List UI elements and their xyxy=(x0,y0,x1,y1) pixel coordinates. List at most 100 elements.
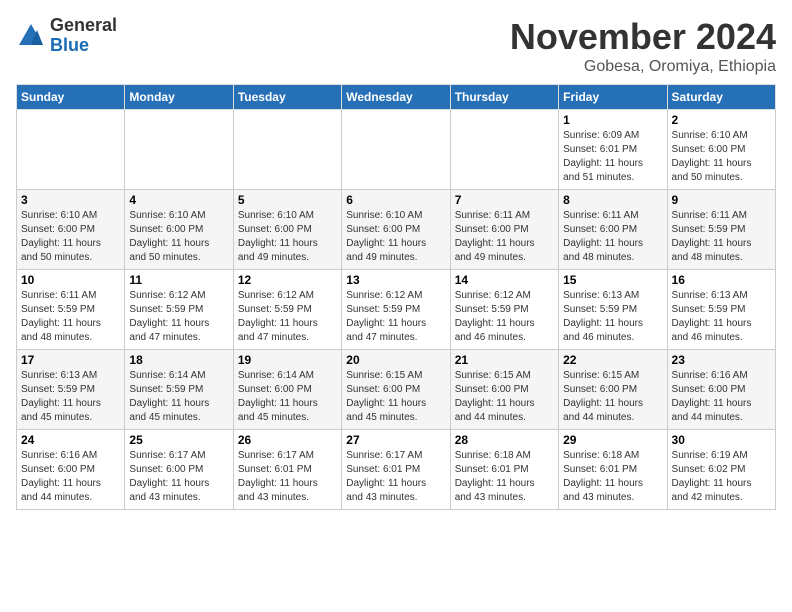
day-number: 30 xyxy=(672,433,771,447)
day-info: Sunrise: 6:14 AM Sunset: 5:59 PM Dayligh… xyxy=(129,369,228,425)
day-number: 13 xyxy=(346,273,445,287)
day-info: Sunrise: 6:16 AM Sunset: 6:00 PM Dayligh… xyxy=(672,369,771,425)
calendar-cell: 15 Sunrise: 6:13 AM Sunset: 5:59 PM Dayli… xyxy=(559,270,667,350)
day-info: Sunrise: 6:17 AM Sunset: 6:00 PM Dayligh… xyxy=(129,449,228,505)
calendar-cell: 11 Sunrise: 6:12 AM Sunset: 5:59 PM Dayli… xyxy=(125,270,233,350)
day-info: Sunrise: 6:15 AM Sunset: 6:00 PM Dayligh… xyxy=(563,369,662,425)
day-number: 1 xyxy=(563,113,662,127)
day-number: 4 xyxy=(129,193,228,207)
calendar-cell: 7 Sunrise: 6:11 AM Sunset: 6:00 PM Daylig… xyxy=(450,190,558,270)
day-info: Sunrise: 6:18 AM Sunset: 6:01 PM Dayligh… xyxy=(563,449,662,505)
day-number: 16 xyxy=(672,273,771,287)
day-number: 17 xyxy=(21,353,120,367)
day-info: Sunrise: 6:14 AM Sunset: 6:00 PM Dayligh… xyxy=(238,369,337,425)
logo-icon xyxy=(16,21,46,51)
day-info: Sunrise: 6:19 AM Sunset: 6:02 PM Dayligh… xyxy=(672,449,771,505)
calendar-cell: 13 Sunrise: 6:12 AM Sunset: 5:59 PM Dayli… xyxy=(342,270,450,350)
header-day: Wednesday xyxy=(342,85,450,110)
calendar-cell: 28Sunrise: 6:18 AM Sunset: 6:01 PM Dayli… xyxy=(450,430,558,510)
day-number: 27 xyxy=(346,433,445,447)
day-number: 15 xyxy=(563,273,662,287)
day-number: 18 xyxy=(129,353,228,367)
day-info: Sunrise: 6:09 AM Sunset: 6:01 PM Dayligh… xyxy=(563,129,662,185)
day-info: Sunrise: 6:12 AM Sunset: 5:59 PM Dayligh… xyxy=(238,289,337,345)
day-number: 23 xyxy=(672,353,771,367)
day-info: Sunrise: 6:13 AM Sunset: 5:59 PM Dayligh… xyxy=(563,289,662,345)
header-row: SundayMondayTuesdayWednesdayThursdayFrid… xyxy=(17,85,776,110)
day-info: Sunrise: 6:16 AM Sunset: 6:00 PM Dayligh… xyxy=(21,449,120,505)
calendar-cell: 20 Sunrise: 6:15 AM Sunset: 6:00 PM Dayli… xyxy=(342,350,450,430)
header-day: Monday xyxy=(125,85,233,110)
day-info: Sunrise: 6:13 AM Sunset: 5:59 PM Dayligh… xyxy=(672,289,771,345)
calendar-cell: 17 Sunrise: 6:13 AM Sunset: 5:59 PM Dayli… xyxy=(17,350,125,430)
day-info: Sunrise: 6:12 AM Sunset: 5:59 PM Dayligh… xyxy=(346,289,445,345)
day-info: Sunrise: 6:11 AM Sunset: 5:59 PM Dayligh… xyxy=(21,289,120,345)
header-day: Saturday xyxy=(667,85,775,110)
header-day: Sunday xyxy=(17,85,125,110)
calendar-cell: 21 Sunrise: 6:15 AM Sunset: 6:00 PM Dayli… xyxy=(450,350,558,430)
calendar-cell: 14 Sunrise: 6:12 AM Sunset: 5:59 PM Dayli… xyxy=(450,270,558,350)
calendar-cell xyxy=(450,110,558,190)
calendar-cell: 19 Sunrise: 6:14 AM Sunset: 6:00 PM Dayli… xyxy=(233,350,341,430)
calendar-week: 10 Sunrise: 6:11 AM Sunset: 5:59 PM Dayli… xyxy=(17,270,776,350)
day-number: 7 xyxy=(455,193,554,207)
calendar-cell: 16 Sunrise: 6:13 AM Sunset: 5:59 PM Dayli… xyxy=(667,270,775,350)
day-number: 20 xyxy=(346,353,445,367)
calendar-cell xyxy=(233,110,341,190)
day-number: 11 xyxy=(129,273,228,287)
calendar-cell: 8Sunrise: 6:11 AM Sunset: 6:00 PM Daylig… xyxy=(559,190,667,270)
day-number: 22 xyxy=(563,353,662,367)
day-info: Sunrise: 6:10 AM Sunset: 6:00 PM Dayligh… xyxy=(129,209,228,265)
day-number: 21 xyxy=(455,353,554,367)
logo: General Blue xyxy=(16,16,117,56)
day-number: 8 xyxy=(563,193,662,207)
calendar-cell xyxy=(125,110,233,190)
day-number: 26 xyxy=(238,433,337,447)
calendar-cell: 9Sunrise: 6:11 AM Sunset: 5:59 PM Daylig… xyxy=(667,190,775,270)
calendar-cell: 30 Sunrise: 6:19 AM Sunset: 6:02 PM Dayli… xyxy=(667,430,775,510)
calendar-cell: 29 Sunrise: 6:18 AM Sunset: 6:01 PM Dayli… xyxy=(559,430,667,510)
calendar-cell: 24Sunrise: 6:16 AM Sunset: 6:00 PM Dayli… xyxy=(17,430,125,510)
day-info: Sunrise: 6:10 AM Sunset: 6:00 PM Dayligh… xyxy=(672,129,771,185)
day-info: Sunrise: 6:11 AM Sunset: 6:00 PM Dayligh… xyxy=(455,209,554,265)
calendar-cell: 5 Sunrise: 6:10 AM Sunset: 6:00 PM Daylig… xyxy=(233,190,341,270)
calendar-week: 3 Sunrise: 6:10 AM Sunset: 6:00 PM Daylig… xyxy=(17,190,776,270)
day-number: 29 xyxy=(563,433,662,447)
calendar-cell: 1 Sunrise: 6:09 AM Sunset: 6:01 PM Daylig… xyxy=(559,110,667,190)
day-info: Sunrise: 6:12 AM Sunset: 5:59 PM Dayligh… xyxy=(455,289,554,345)
day-info: Sunrise: 6:15 AM Sunset: 6:00 PM Dayligh… xyxy=(346,369,445,425)
day-info: Sunrise: 6:15 AM Sunset: 6:00 PM Dayligh… xyxy=(455,369,554,425)
day-info: Sunrise: 6:10 AM Sunset: 6:00 PM Dayligh… xyxy=(346,209,445,265)
day-number: 14 xyxy=(455,273,554,287)
day-number: 19 xyxy=(238,353,337,367)
day-number: 2 xyxy=(672,113,771,127)
calendar-body: 1 Sunrise: 6:09 AM Sunset: 6:01 PM Daylig… xyxy=(17,110,776,510)
day-info: Sunrise: 6:17 AM Sunset: 6:01 PM Dayligh… xyxy=(238,449,337,505)
day-info: Sunrise: 6:13 AM Sunset: 5:59 PM Dayligh… xyxy=(21,369,120,425)
calendar-cell: 3 Sunrise: 6:10 AM Sunset: 6:00 PM Daylig… xyxy=(17,190,125,270)
page-header: General Blue November 2024 Gobesa, Oromi… xyxy=(16,16,776,76)
day-info: Sunrise: 6:10 AM Sunset: 6:00 PM Dayligh… xyxy=(238,209,337,265)
day-number: 5 xyxy=(238,193,337,207)
header-day: Thursday xyxy=(450,85,558,110)
calendar-header: SundayMondayTuesdayWednesdayThursdayFrid… xyxy=(17,85,776,110)
day-number: 25 xyxy=(129,433,228,447)
day-info: Sunrise: 6:10 AM Sunset: 6:00 PM Dayligh… xyxy=(21,209,120,265)
calendar-cell: 4 Sunrise: 6:10 AM Sunset: 6:00 PM Daylig… xyxy=(125,190,233,270)
day-info: Sunrise: 6:17 AM Sunset: 6:01 PM Dayligh… xyxy=(346,449,445,505)
calendar-cell: 18 Sunrise: 6:14 AM Sunset: 5:59 PM Dayli… xyxy=(125,350,233,430)
day-info: Sunrise: 6:18 AM Sunset: 6:01 PM Dayligh… xyxy=(455,449,554,505)
header-day: Tuesday xyxy=(233,85,341,110)
day-number: 6 xyxy=(346,193,445,207)
calendar-week: 24Sunrise: 6:16 AM Sunset: 6:00 PM Dayli… xyxy=(17,430,776,510)
day-number: 10 xyxy=(21,273,120,287)
calendar-week: 1 Sunrise: 6:09 AM Sunset: 6:01 PM Daylig… xyxy=(17,110,776,190)
calendar-table: SundayMondayTuesdayWednesdayThursdayFrid… xyxy=(16,84,776,510)
day-number: 3 xyxy=(21,193,120,207)
header-day: Friday xyxy=(559,85,667,110)
calendar-cell: 2 Sunrise: 6:10 AM Sunset: 6:00 PM Daylig… xyxy=(667,110,775,190)
calendar-cell: 25 Sunrise: 6:17 AM Sunset: 6:00 PM Dayli… xyxy=(125,430,233,510)
location-subtitle: Gobesa, Oromiya, Ethiopia xyxy=(510,58,776,76)
day-info: Sunrise: 6:12 AM Sunset: 5:59 PM Dayligh… xyxy=(129,289,228,345)
day-info: Sunrise: 6:11 AM Sunset: 5:59 PM Dayligh… xyxy=(672,209,771,265)
